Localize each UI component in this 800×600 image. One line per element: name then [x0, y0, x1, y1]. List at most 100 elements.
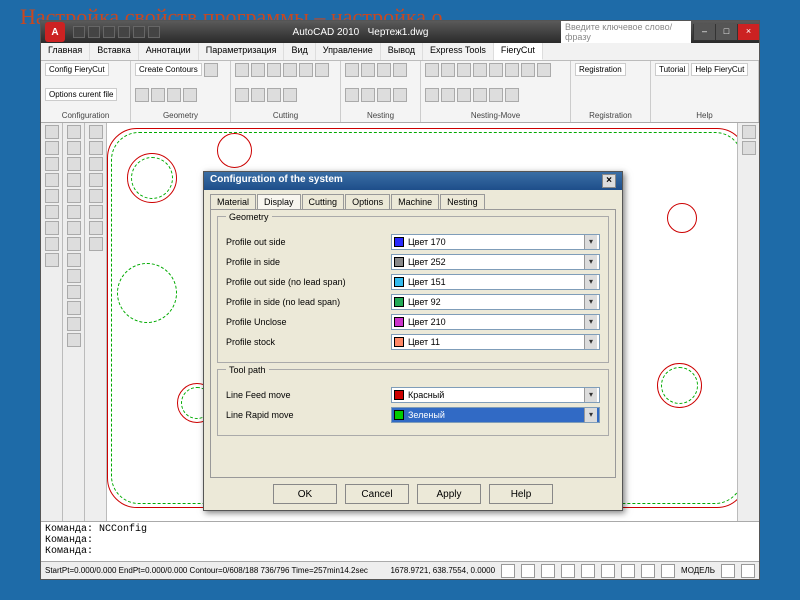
tool-icon[interactable]: [45, 125, 59, 139]
tool-icon[interactable]: [45, 141, 59, 155]
tool-icon[interactable]: [45, 221, 59, 235]
move-icon[interactable]: [425, 63, 439, 77]
status-toggle-icon[interactable]: [601, 564, 615, 578]
qat-print-icon[interactable]: [148, 26, 160, 38]
app-logo[interactable]: A: [45, 22, 65, 42]
options-current-file-button[interactable]: Options curent file: [45, 88, 117, 101]
cutting-icon[interactable]: [251, 88, 265, 102]
tool-icon[interactable]: [67, 269, 81, 283]
nesting-icon[interactable]: [377, 88, 391, 102]
tool-icon[interactable]: [67, 221, 81, 235]
nesting-icon[interactable]: [393, 63, 407, 77]
color-combo[interactable]: Цвет 170▾: [391, 234, 600, 250]
chevron-down-icon[interactable]: ▾: [584, 335, 597, 349]
move-icon[interactable]: [425, 88, 439, 102]
qat-redo-icon[interactable]: [133, 26, 145, 38]
status-toggle-icon[interactable]: [661, 564, 675, 578]
chevron-down-icon[interactable]: ▾: [584, 255, 597, 269]
status-model[interactable]: МОДЕЛЬ: [681, 566, 715, 575]
ribbon-tab-annotate[interactable]: Аннотации: [139, 43, 199, 60]
move-icon[interactable]: [505, 63, 519, 77]
ok-button[interactable]: OK: [273, 484, 337, 504]
status-toggle-icon[interactable]: [521, 564, 535, 578]
dialog-tab-material[interactable]: Material: [210, 194, 256, 209]
tool-icon[interactable]: [742, 141, 756, 155]
command-line[interactable]: Команда: NCConfig Команда: Команда:: [41, 521, 759, 561]
dialog-tab-display[interactable]: Display: [257, 194, 301, 209]
tool-icon[interactable]: [67, 301, 81, 315]
help-fierycut-button[interactable]: Help FieryCut: [691, 63, 748, 76]
dialog-tab-nesting[interactable]: Nesting: [440, 194, 485, 209]
chevron-down-icon[interactable]: ▾: [584, 235, 597, 249]
tool-icon[interactable]: [45, 157, 59, 171]
tool-icon[interactable]: [45, 253, 59, 267]
status-toggle-icon[interactable]: [581, 564, 595, 578]
ribbon-tab-express[interactable]: Express Tools: [423, 43, 494, 60]
ribbon-tab-view[interactable]: Вид: [284, 43, 315, 60]
cutting-icon[interactable]: [267, 88, 281, 102]
geometry-icon[interactable]: [151, 88, 165, 102]
cutting-icon[interactable]: [235, 88, 249, 102]
tool-icon[interactable]: [45, 237, 59, 251]
ribbon-tab-insert[interactable]: Вставка: [90, 43, 138, 60]
tool-icon[interactable]: [89, 141, 103, 155]
color-combo[interactable]: Цвет 11▾: [391, 334, 600, 350]
qat-save-icon[interactable]: [103, 26, 115, 38]
nesting-icon[interactable]: [345, 63, 359, 77]
tool-icon[interactable]: [89, 125, 103, 139]
dialog-tab-machine[interactable]: Machine: [391, 194, 439, 209]
move-icon[interactable]: [441, 88, 455, 102]
help-search-input[interactable]: Введите ключевое слово/фразу: [561, 21, 691, 43]
tool-icon[interactable]: [67, 125, 81, 139]
dialog-tab-cutting[interactable]: Cutting: [302, 194, 345, 209]
color-combo[interactable]: Цвет 151▾: [391, 274, 600, 290]
cutting-icon[interactable]: [267, 63, 281, 77]
create-contours-button[interactable]: Create Contours: [135, 63, 202, 76]
dialog-close-button[interactable]: ×: [602, 174, 616, 188]
status-toggle-icon[interactable]: [541, 564, 555, 578]
nesting-icon[interactable]: [361, 88, 375, 102]
tool-icon[interactable]: [89, 205, 103, 219]
chevron-down-icon[interactable]: ▾: [584, 408, 597, 422]
qat-new-icon[interactable]: [73, 26, 85, 38]
tool-icon[interactable]: [742, 125, 756, 139]
tool-icon[interactable]: [67, 157, 81, 171]
color-combo[interactable]: Красный▾: [391, 387, 600, 403]
ribbon-tab-fierycut[interactable]: FieryCut: [494, 43, 543, 60]
registration-button[interactable]: Registration: [575, 63, 626, 76]
geometry-icon[interactable]: [183, 88, 197, 102]
status-toggle-icon[interactable]: [741, 564, 755, 578]
ribbon-tab-manage[interactable]: Управление: [316, 43, 381, 60]
tool-icon[interactable]: [67, 141, 81, 155]
tool-icon[interactable]: [67, 189, 81, 203]
cutting-icon[interactable]: [283, 63, 297, 77]
apply-button[interactable]: Apply: [417, 484, 481, 504]
tool-icon[interactable]: [67, 333, 81, 347]
status-toggle-icon[interactable]: [641, 564, 655, 578]
move-icon[interactable]: [457, 63, 471, 77]
tutorial-button[interactable]: Tutorial: [655, 63, 689, 76]
move-icon[interactable]: [489, 63, 503, 77]
move-icon[interactable]: [473, 63, 487, 77]
move-icon[interactable]: [457, 88, 471, 102]
minimize-button[interactable]: –: [693, 24, 715, 40]
tool-icon[interactable]: [67, 205, 81, 219]
tool-icon[interactable]: [67, 237, 81, 251]
geometry-icon[interactable]: [167, 88, 181, 102]
chevron-down-icon[interactable]: ▾: [584, 275, 597, 289]
chevron-down-icon[interactable]: ▾: [584, 388, 597, 402]
color-combo[interactable]: Цвет 210▾: [391, 314, 600, 330]
tool-icon[interactable]: [89, 173, 103, 187]
cutting-icon[interactable]: [235, 63, 249, 77]
color-combo[interactable]: Цвет 252▾: [391, 254, 600, 270]
ribbon-tab-parametric[interactable]: Параметризация: [199, 43, 285, 60]
close-button[interactable]: ×: [737, 24, 759, 40]
tool-icon[interactable]: [67, 173, 81, 187]
tool-icon[interactable]: [67, 285, 81, 299]
tool-icon[interactable]: [67, 317, 81, 331]
tool-icon[interactable]: [45, 205, 59, 219]
move-icon[interactable]: [521, 63, 535, 77]
tool-icon[interactable]: [67, 253, 81, 267]
move-icon[interactable]: [473, 88, 487, 102]
dialog-tab-options[interactable]: Options: [345, 194, 390, 209]
